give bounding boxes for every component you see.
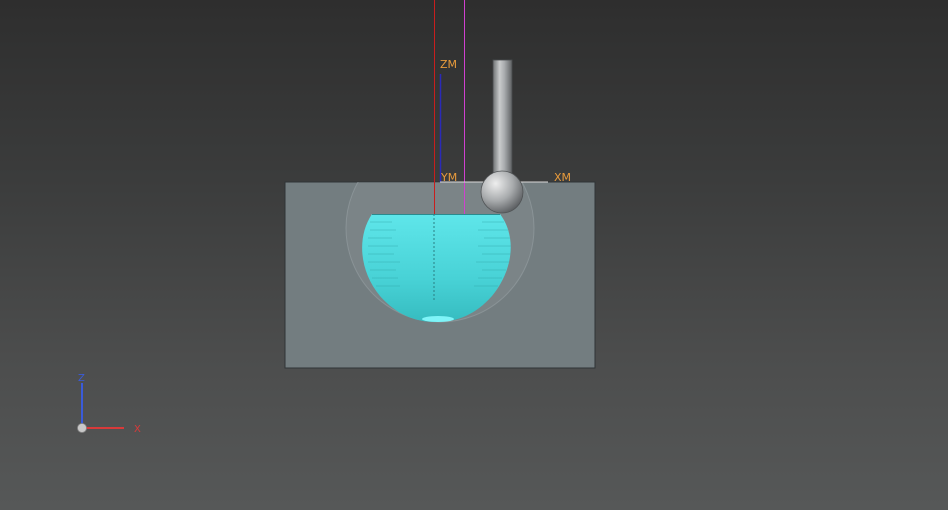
tool-ball-tip: [480, 170, 524, 214]
xm-label: XM: [554, 171, 571, 184]
3d-viewport[interactable]: ZM YM XM Z X: [0, 0, 948, 510]
triad-x-label: X: [134, 424, 141, 435]
tool-shank: [492, 59, 513, 181]
ball-end-mill-icon[interactable]: [480, 59, 524, 214]
triad-z-label: Z: [78, 373, 85, 384]
ym-label: YM: [440, 171, 457, 184]
axis-triad-icon[interactable]: Z X: [77, 373, 142, 435]
zm-label: ZM: [440, 58, 457, 71]
triad-origin: [77, 423, 87, 433]
viewport-canvas: ZM YM XM Z X: [77, 0, 596, 435]
